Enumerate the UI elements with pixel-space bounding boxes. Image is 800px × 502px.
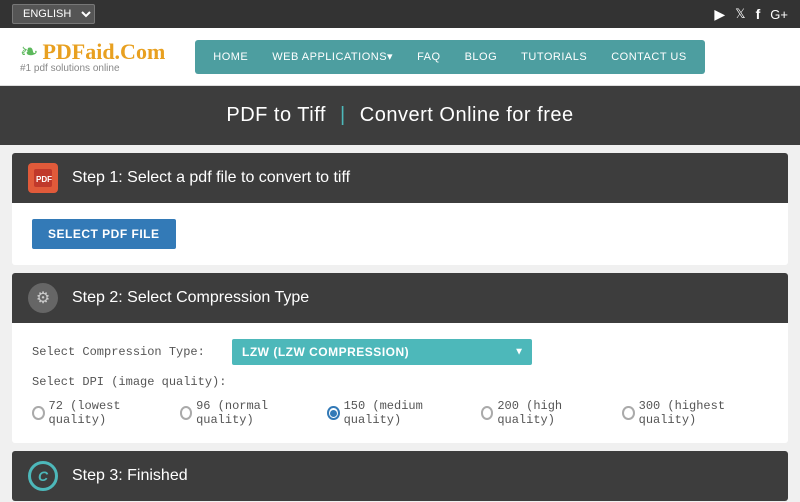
compression-select-wrapper: LZW (LZW COMPRESSION) NONE (NO COMPRESSI… — [232, 339, 532, 365]
dpi-72-radio[interactable] — [32, 406, 45, 420]
step3-section: C Step 3: Finished — [12, 451, 788, 501]
step2-title: Step 2: Select Compression Type — [72, 289, 309, 307]
step1-body: SELECT PDF FILE — [12, 203, 788, 265]
pipe-divider: | — [340, 104, 352, 126]
nav-home[interactable]: HOME — [201, 40, 260, 74]
social-icons: ▶ 𝕏 f G+ — [714, 6, 788, 23]
gear-icon: ⚙ — [28, 283, 58, 313]
nav-tutorials[interactable]: TUTORIALS — [509, 40, 599, 74]
compression-type-select[interactable]: LZW (LZW COMPRESSION) NONE (NO COMPRESSI… — [232, 339, 532, 365]
step1-section: PDF Step 1: Select a pdf file to convert… — [12, 153, 788, 265]
logo-subtitle: #1 pdf solutions online — [20, 63, 165, 74]
svg-text:PDF: PDF — [36, 175, 52, 184]
dpi-row: Select DPI (image quality): — [32, 375, 768, 389]
dpi-label: Select DPI (image quality): — [32, 375, 232, 389]
step3-title: Step 3: Finished — [72, 467, 188, 485]
dpi-300-option[interactable]: 300 (highest quality) — [622, 399, 768, 427]
dpi-200-option[interactable]: 200 (high quality) — [481, 399, 608, 427]
step1-title: Step 1: Select a pdf file to convert to … — [72, 169, 350, 187]
dpi-300-radio[interactable] — [622, 406, 635, 420]
dpi-96-radio[interactable] — [180, 406, 193, 420]
nav-contact[interactable]: CONTACT US — [599, 40, 699, 74]
compression-label: Select Compression Type: — [32, 345, 232, 359]
header: ❧ PDFaid.Com #1 pdf solutions online HOM… — [0, 28, 800, 86]
dpi-72-option[interactable]: 72 (lowest quality) — [32, 399, 166, 427]
youtube-icon[interactable]: ▶ — [714, 6, 725, 23]
nav-blog[interactable]: BLOG — [453, 40, 510, 74]
step2-section: ⚙ Step 2: Select Compression Type Select… — [12, 273, 788, 443]
logo-text: PDFaid.Com — [42, 39, 165, 65]
nav-faq[interactable]: FAQ — [405, 40, 453, 74]
logo-area: ❧ PDFaid.Com #1 pdf solutions online — [20, 39, 165, 74]
nav-web-applications[interactable]: WEB APPLICATIONS▾ — [260, 40, 405, 74]
pdf-icon: PDF — [28, 163, 58, 193]
page-title-section: PDF to Tiff | Convert Online for free — [0, 86, 800, 145]
twitter-icon[interactable]: 𝕏 — [735, 6, 745, 22]
dpi-radio-group: 72 (lowest quality) 96 (normal quality) … — [32, 399, 768, 427]
dpi-150-option[interactable]: 150 (medium quality) — [327, 399, 467, 427]
step1-header: PDF Step 1: Select a pdf file to convert… — [12, 153, 788, 203]
compression-row: Select Compression Type: LZW (LZW COMPRE… — [32, 339, 768, 365]
language-select[interactable]: ENGLISH — [12, 4, 95, 24]
dpi-150-radio[interactable] — [327, 406, 340, 420]
step3-header: C Step 3: Finished — [12, 451, 788, 501]
step2-body: Select Compression Type: LZW (LZW COMPRE… — [12, 323, 788, 443]
googleplus-icon[interactable]: G+ — [770, 7, 788, 22]
finished-icon: C — [28, 461, 58, 491]
dpi-200-radio[interactable] — [481, 406, 494, 420]
facebook-icon[interactable]: f — [756, 6, 761, 22]
step2-header: ⚙ Step 2: Select Compression Type — [12, 273, 788, 323]
select-pdf-button[interactable]: SELECT PDF FILE — [32, 219, 176, 249]
page-title: PDF to Tiff | Convert Online for free — [18, 104, 782, 127]
logo-leaf-icon: ❧ — [20, 39, 38, 65]
dpi-96-option[interactable]: 96 (normal quality) — [180, 399, 314, 427]
top-bar: ENGLISH ▶ 𝕏 f G+ — [0, 0, 800, 28]
navigation-bar: HOME WEB APPLICATIONS▾ FAQ BLOG TUTORIAL… — [195, 40, 704, 74]
